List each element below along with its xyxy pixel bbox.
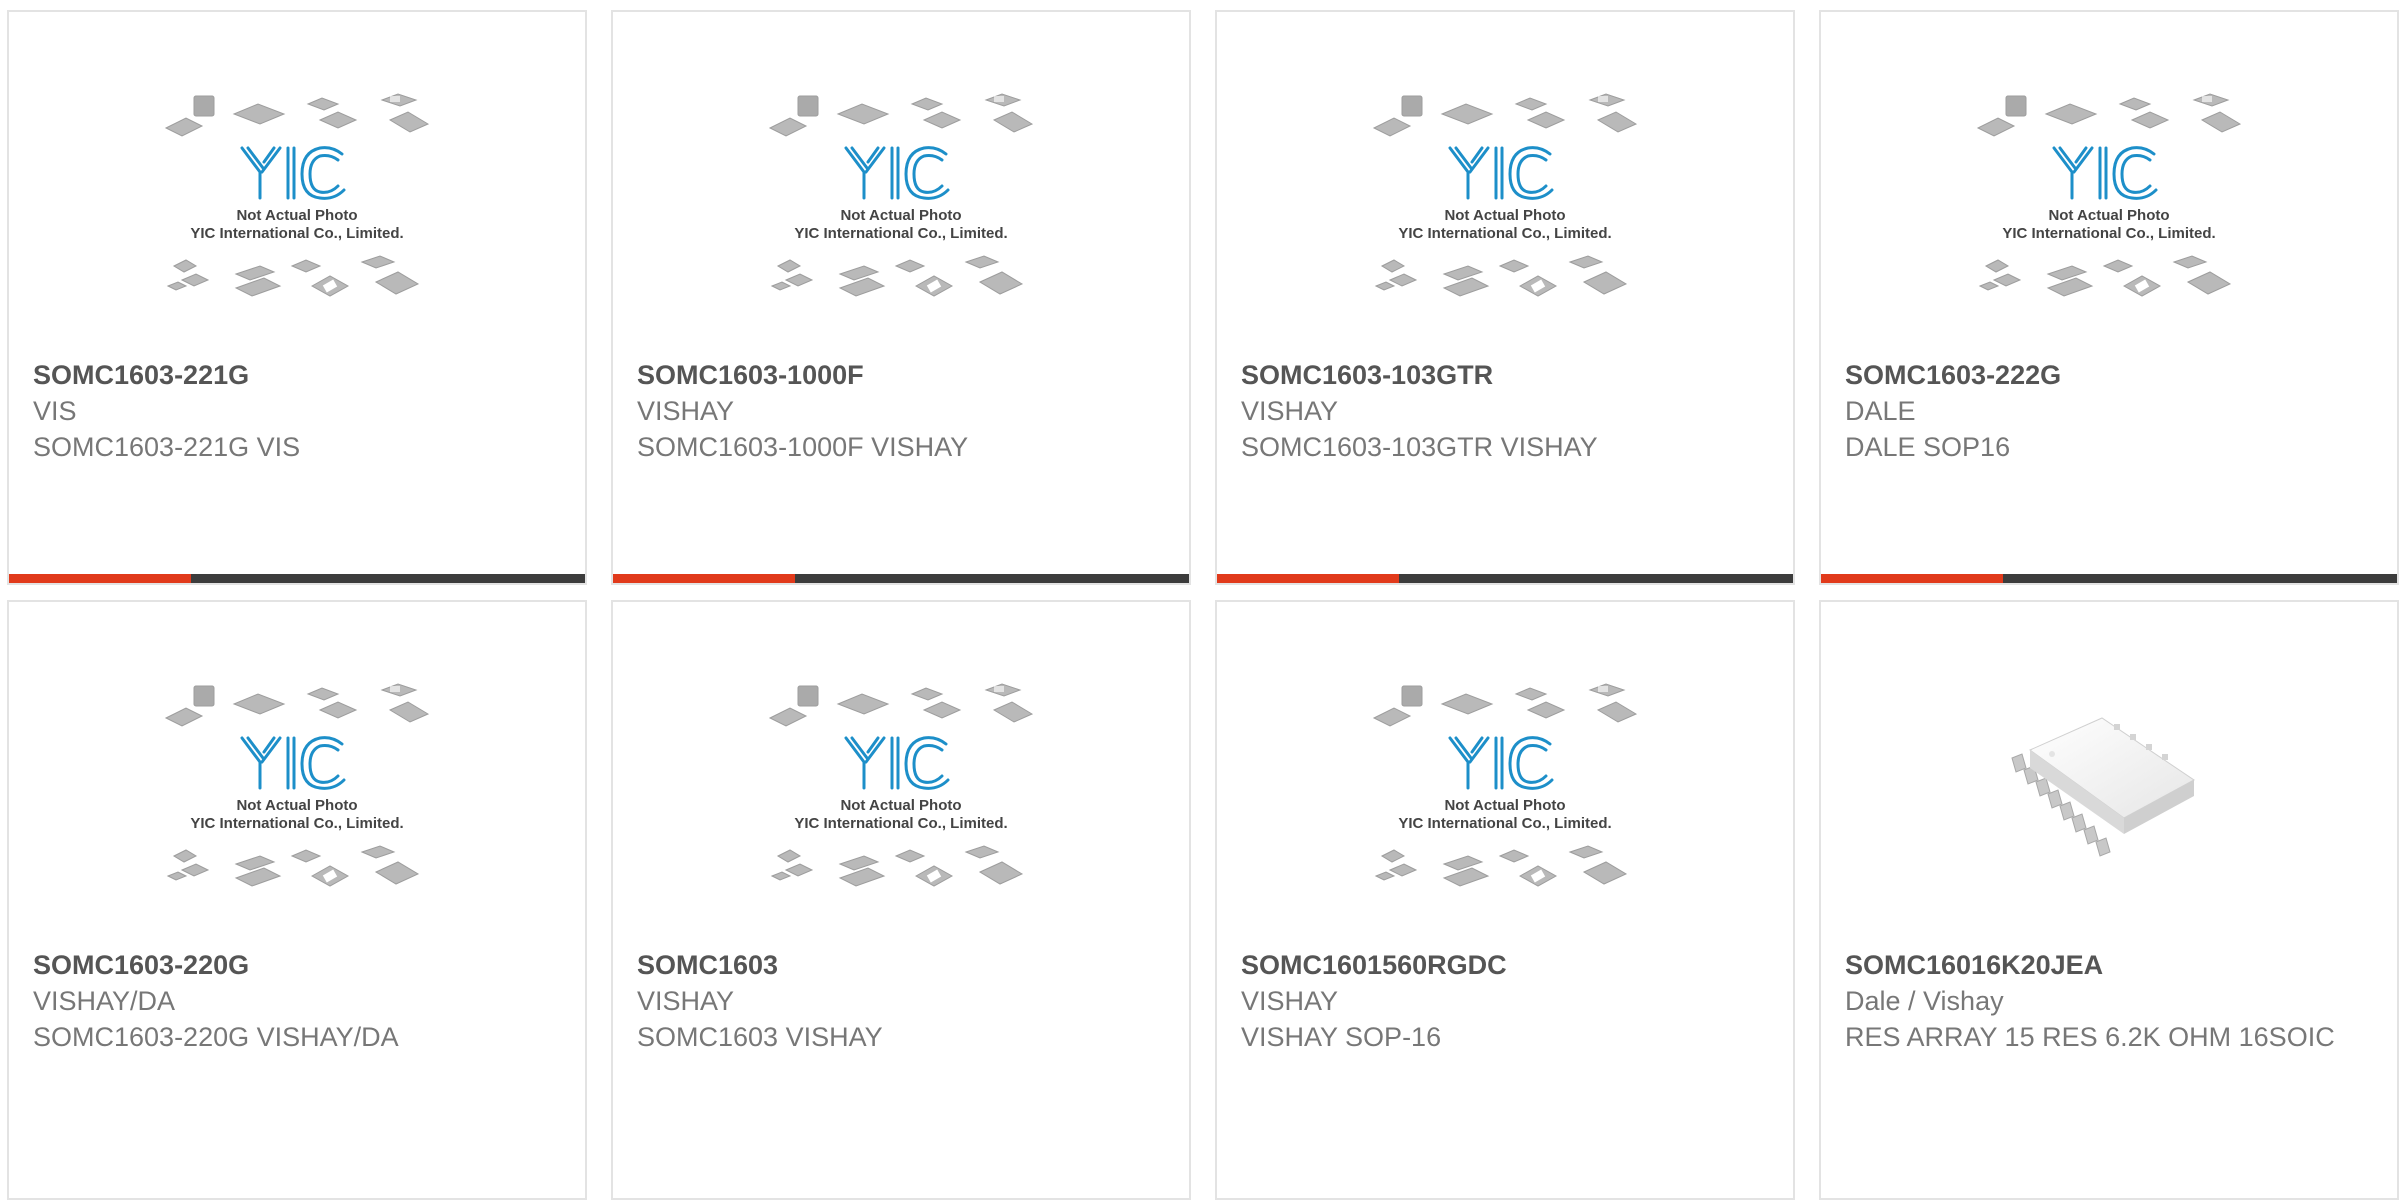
manufacturer: VISHAY bbox=[1241, 986, 1339, 1016]
product-card[interactable]: Not Actual Photo YIC International Co., … bbox=[1215, 10, 1795, 585]
product-card[interactable]: Not Actual Photo YIC International Co., … bbox=[1215, 600, 1795, 1200]
manufacturer: VISHAY bbox=[637, 396, 735, 426]
soic16-chip-photo bbox=[1974, 672, 2244, 902]
not-actual-photo-image: Not Actual Photo YIC International Co., … bbox=[766, 90, 1036, 350]
product-info: SOMC1603-220G VISHAY/DA SOMC1603-220G VISH… bbox=[33, 947, 561, 1055]
placeholder-line1: Not Actual Photo bbox=[1444, 797, 1565, 814]
part-number-link[interactable]: SOMC1603-220G bbox=[33, 947, 561, 983]
placeholder-line1: Not Actual Photo bbox=[236, 207, 357, 224]
placeholder-line2: YIC International Co., Limited. bbox=[794, 815, 1007, 832]
not-actual-photo-image: Not Actual Photo YIC International Co., … bbox=[162, 90, 432, 350]
product-info: SOMC1603-222G DALE DALE SOP16 bbox=[1845, 357, 2373, 465]
description: SOMC1603 VISHAY bbox=[637, 1022, 883, 1052]
product-image[interactable]: Not Actual Photo YIC International Co., … bbox=[613, 680, 1189, 950]
manufacturer: VISHAY/DA bbox=[33, 986, 176, 1016]
product-image[interactable]: Not Actual Photo YIC International Co., … bbox=[9, 680, 585, 950]
product-grid: Not Actual Photo YIC International Co., … bbox=[0, 0, 2400, 1200]
placeholder-line2: YIC International Co., Limited. bbox=[794, 225, 1007, 242]
product-info: SOMC1603-1000F VISHAY SOMC1603-1000F VISHA… bbox=[637, 357, 1165, 465]
description: RES ARRAY 15 RES 6.2K OHM 16SOIC bbox=[1845, 1022, 2335, 1052]
part-number-link[interactable]: SOMC1603-1000F bbox=[637, 357, 1165, 393]
manufacturer: VIS bbox=[33, 396, 77, 426]
manufacturer: Dale / Vishay bbox=[1845, 986, 2004, 1016]
product-card[interactable]: Not Actual Photo YIC International Co., … bbox=[1819, 10, 2399, 585]
product-info: SOMC16016K20JEA Dale / Vishay RES ARRAY 15… bbox=[1845, 947, 2373, 1055]
product-info: SOMC1603-103GTR VISHAY SOMC1603-103GTR VIS… bbox=[1241, 357, 1769, 465]
product-card[interactable]: Not Actual Photo YIC International Co., … bbox=[7, 600, 587, 1200]
description: SOMC1603-103GTR VISHAY bbox=[1241, 432, 1598, 462]
product-card[interactable]: Not Actual Photo YIC International Co., … bbox=[611, 10, 1191, 585]
product-info: SOMC1603 VISHAY SOMC1603 VISHAY bbox=[637, 947, 1165, 1055]
card-accent-bar bbox=[613, 574, 795, 583]
product-info: SOMC1601560RGDC VISHAY VISHAY SOP-16 bbox=[1241, 947, 1769, 1055]
product-card[interactable]: Not Actual Photo YIC International Co., … bbox=[7, 10, 587, 585]
placeholder-line1: Not Actual Photo bbox=[840, 207, 961, 224]
placeholder-line2: YIC International Co., Limited. bbox=[190, 815, 403, 832]
not-actual-photo-image: Not Actual Photo YIC International Co., … bbox=[1974, 90, 2244, 350]
placeholder-line2: YIC International Co., Limited. bbox=[1398, 815, 1611, 832]
product-info: SOMC1603-221G VIS SOMC1603-221G VIS bbox=[33, 357, 561, 465]
part-number-link[interactable]: SOMC1603 bbox=[637, 947, 1165, 983]
product-image[interactable]: Not Actual Photo YIC International Co., … bbox=[9, 90, 585, 360]
description: DALE SOP16 bbox=[1845, 432, 2011, 462]
placeholder-line1: Not Actual Photo bbox=[2048, 207, 2169, 224]
manufacturer: DALE bbox=[1845, 396, 1916, 426]
card-accent-bar bbox=[1217, 574, 1399, 583]
manufacturer: VISHAY bbox=[1241, 396, 1339, 426]
product-image[interactable]: Not Actual Photo YIC International Co., … bbox=[1821, 90, 2397, 360]
product-card[interactable]: Not Actual Photo YIC International Co., … bbox=[611, 600, 1191, 1200]
not-actual-photo-image: Not Actual Photo YIC International Co., … bbox=[766, 680, 1036, 940]
placeholder-line2: YIC International Co., Limited. bbox=[2002, 225, 2215, 242]
description: VISHAY SOP-16 bbox=[1241, 1022, 1442, 1052]
part-number-link[interactable]: SOMC1601560RGDC bbox=[1241, 947, 1769, 983]
card-hover-bar bbox=[1821, 574, 2397, 583]
placeholder-line1: Not Actual Photo bbox=[1444, 207, 1565, 224]
placeholder-line1: Not Actual Photo bbox=[236, 797, 357, 814]
placeholder-line2: YIC International Co., Limited. bbox=[1398, 225, 1611, 242]
placeholder-line2: YIC International Co., Limited. bbox=[190, 225, 403, 242]
not-actual-photo-image: Not Actual Photo YIC International Co., … bbox=[1370, 90, 1640, 350]
part-number-link[interactable]: SOMC1603-222G bbox=[1845, 357, 2373, 393]
card-hover-bar bbox=[613, 574, 1189, 583]
product-image[interactable]: Not Actual Photo YIC International Co., … bbox=[1217, 680, 1793, 950]
part-number-link[interactable]: SOMC16016K20JEA bbox=[1845, 947, 2373, 983]
card-accent-bar bbox=[1821, 574, 2003, 583]
part-number-link[interactable]: SOMC1603-103GTR bbox=[1241, 357, 1769, 393]
not-actual-photo-image: Not Actual Photo YIC International Co., … bbox=[162, 680, 432, 940]
product-image[interactable]: Not Actual Photo YIC International Co., … bbox=[1217, 90, 1793, 360]
product-image[interactable]: Not Actual Photo YIC International Co., … bbox=[613, 90, 1189, 360]
product-image[interactable] bbox=[1821, 672, 2397, 942]
card-hover-bar bbox=[1217, 574, 1793, 583]
description: SOMC1603-1000F VISHAY bbox=[637, 432, 969, 462]
description: SOMC1603-221G VIS bbox=[33, 432, 301, 462]
description: SOMC1603-220G VISHAY/DA bbox=[33, 1022, 399, 1052]
manufacturer: VISHAY bbox=[637, 986, 735, 1016]
not-actual-photo-image: Not Actual Photo YIC International Co., … bbox=[1370, 680, 1640, 940]
part-number-link[interactable]: SOMC1603-221G bbox=[33, 357, 561, 393]
card-hover-bar bbox=[9, 574, 585, 583]
card-accent-bar bbox=[9, 574, 191, 583]
product-card[interactable]: SOMC16016K20JEA Dale / Vishay RES ARRAY 15… bbox=[1819, 600, 2399, 1200]
placeholder-line1: Not Actual Photo bbox=[840, 797, 961, 814]
